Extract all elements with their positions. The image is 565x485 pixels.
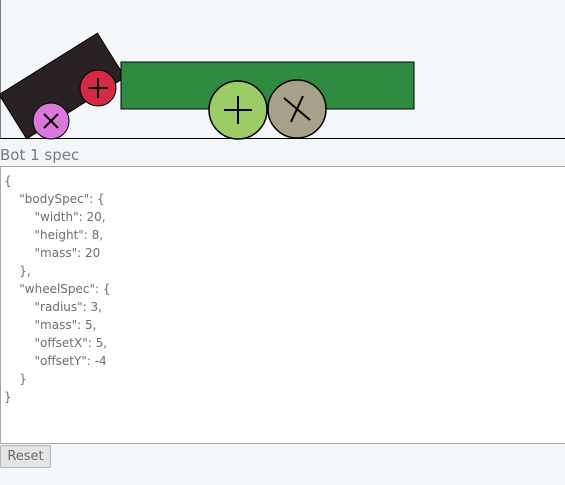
spec-json-editor[interactable]: { "bodySpec": { "width": 20, "height": 8… xyxy=(0,166,565,444)
bot-1-front-wheel xyxy=(79,69,117,107)
spec-heading: Bot 1 spec xyxy=(0,146,80,164)
bot-1-rear-wheel xyxy=(32,102,70,140)
simulation-canvas xyxy=(0,0,565,140)
bot-2-front-wheel xyxy=(208,80,268,140)
bot-2-rear-wheel xyxy=(267,79,327,139)
bot-2-body xyxy=(120,61,415,110)
reset-button[interactable]: Reset xyxy=(0,445,51,468)
